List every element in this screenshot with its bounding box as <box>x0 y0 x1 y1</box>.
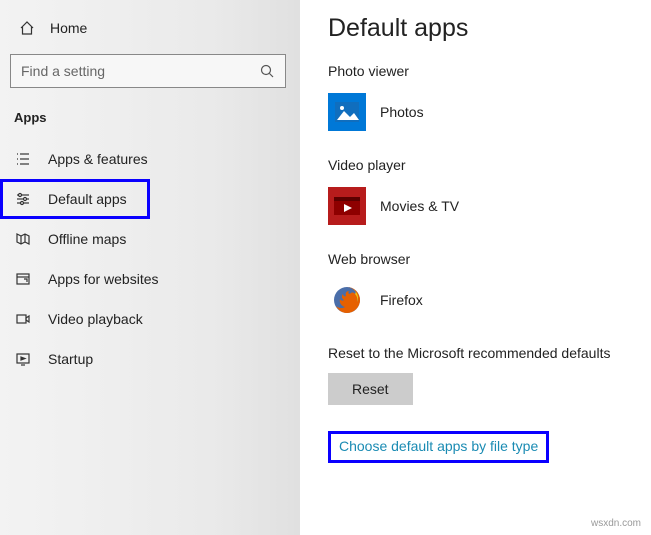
section-photo-viewer: Photo viewer Photos <box>328 63 651 131</box>
nav-apps-websites[interactable]: Apps for websites <box>0 259 300 299</box>
home-button[interactable]: Home <box>0 14 300 42</box>
page-title: Default apps <box>328 14 651 43</box>
photos-icon <box>328 93 366 131</box>
app-name: Photos <box>380 104 424 120</box>
watermark: wsxdn.com <box>591 518 641 529</box>
app-movies-tv[interactable]: Movies & TV <box>328 187 651 225</box>
search-icon <box>259 63 275 79</box>
app-firefox[interactable]: Firefox <box>328 281 651 319</box>
nav-video-playback[interactable]: Video playback <box>0 299 300 339</box>
nav-offline-maps[interactable]: Offline maps <box>0 219 300 259</box>
nav-label: Default apps <box>48 191 127 207</box>
sidebar: Home Apps Apps & features Default apps O… <box>0 0 300 535</box>
app-photos[interactable]: Photos <box>328 93 651 131</box>
startup-icon <box>14 351 32 367</box>
reset-button[interactable]: Reset <box>328 373 413 405</box>
section-reset: Reset to the Microsoft recommended defau… <box>328 345 651 405</box>
section-video-player: Video player Movies & TV <box>328 157 651 225</box>
firefox-icon <box>328 281 366 319</box>
list-icon <box>14 151 32 167</box>
home-icon <box>18 20 36 36</box>
website-icon <box>14 271 32 287</box>
nav-apps-features[interactable]: Apps & features <box>0 139 300 179</box>
home-label: Home <box>50 20 87 36</box>
nav-label: Apps for websites <box>48 271 159 287</box>
section-label: Video player <box>328 157 651 173</box>
nav-label: Offline maps <box>48 231 126 247</box>
video-icon <box>14 311 32 327</box>
main-panel: Default apps Photo viewer Photos Video p… <box>300 0 651 535</box>
nav-label: Video playback <box>48 311 143 327</box>
app-name: Firefox <box>380 292 423 308</box>
section-title: Apps <box>0 106 300 139</box>
sliders-icon <box>14 191 32 207</box>
search-input[interactable] <box>21 63 259 79</box>
reset-text: Reset to the Microsoft recommended defau… <box>328 345 651 361</box>
nav-startup[interactable]: Startup <box>0 339 300 379</box>
section-web-browser: Web browser Firefox <box>328 251 651 319</box>
link-text: Choose default apps by file type <box>339 438 538 454</box>
app-name: Movies & TV <box>380 198 459 214</box>
nav-label: Startup <box>48 351 93 367</box>
nav-label: Apps & features <box>48 151 148 167</box>
movies-tv-icon <box>328 187 366 225</box>
choose-by-file-type-link[interactable]: Choose default apps by file type <box>328 431 549 463</box>
section-label: Photo viewer <box>328 63 651 79</box>
nav-default-apps[interactable]: Default apps <box>0 179 150 219</box>
search-box[interactable] <box>10 54 286 88</box>
section-label: Web browser <box>328 251 651 267</box>
map-icon <box>14 231 32 247</box>
